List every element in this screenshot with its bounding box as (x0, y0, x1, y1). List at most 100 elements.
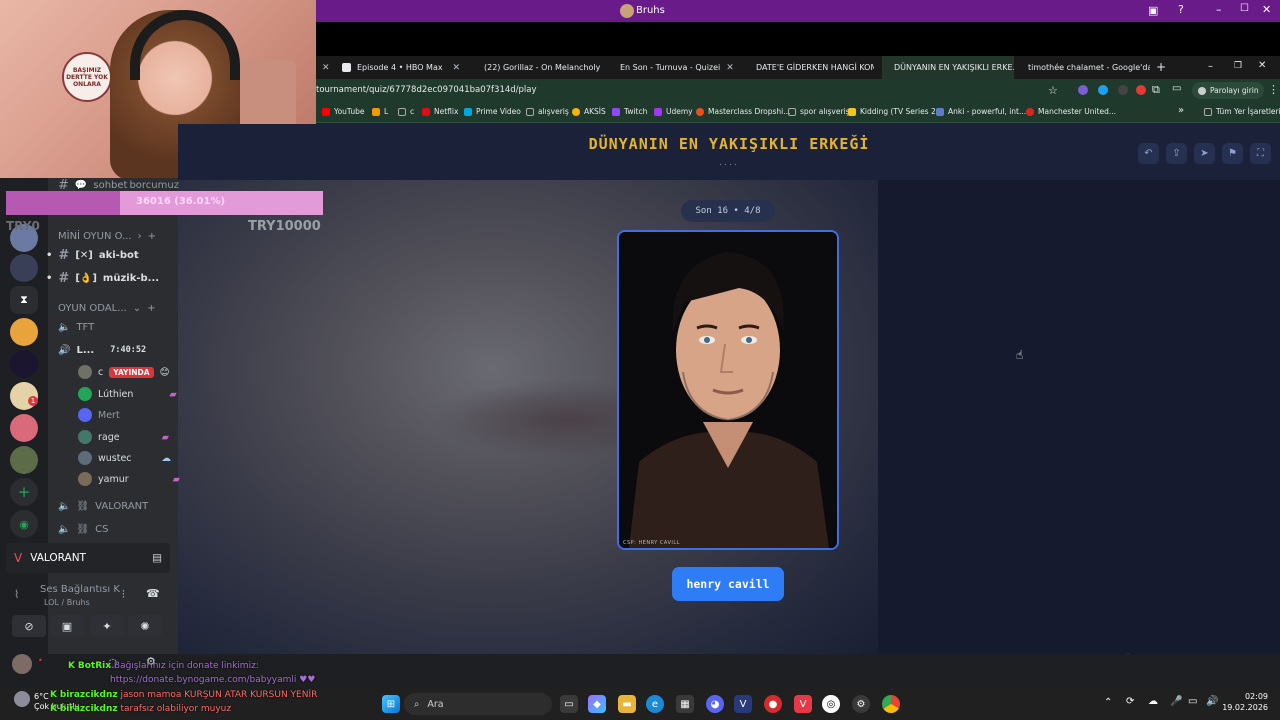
voice-channel-cs[interactable]: 🔈 ⛓ CS (58, 520, 109, 538)
bookmark-star-icon[interactable]: ☆ (1048, 84, 1058, 97)
tab-partial[interactable]: ✕ (316, 56, 330, 79)
activity-panel[interactable]: V VALORANT ▤ (6, 543, 170, 573)
tab-close-icon[interactable]: ✕ (726, 63, 734, 73)
maximize-icon[interactable]: ☐ (1240, 3, 1249, 14)
sidepanel-icon[interactable]: ▭ (1172, 83, 1181, 94)
copilot-icon[interactable]: ◆ (588, 695, 606, 713)
fullscreen-icon[interactable]: ⛶ (1250, 143, 1271, 164)
discord-icon[interactable]: ◕ (706, 695, 724, 713)
task-view-icon[interactable]: ▭ (560, 695, 578, 713)
bookmark-l[interactable]: L (372, 107, 388, 116)
restore-icon[interactable]: ❐ (1234, 61, 1242, 71)
file-explorer-icon[interactable]: ▬ (618, 695, 636, 713)
mic-icon[interactable]: 🎤 (1170, 696, 1182, 707)
server-icon[interactable] (10, 318, 38, 346)
app-icon[interactable]: ● (764, 695, 782, 713)
bookmark-twitch[interactable]: Twitch (612, 107, 647, 116)
url-field[interactable]: tournament/quiz/67778d2ec097041ba07f314d… (316, 85, 537, 95)
menu-kebab-icon[interactable]: ⋮ (1268, 83, 1279, 96)
bookmark-alisveris[interactable]: alışveriş (526, 107, 569, 116)
help-icon[interactable]: ? (1178, 3, 1184, 16)
voice-user[interactable]: Mert (78, 406, 120, 424)
tray-app-icon[interactable]: ⟳ (1126, 696, 1134, 707)
add-server-icon[interactable]: + (10, 478, 38, 506)
screen-share-icon[interactable]: ▣ (50, 615, 84, 637)
noise-suppression-icon[interactable]: ⫶ (122, 588, 125, 602)
game-controller-icon[interactable]: ▤ (152, 552, 162, 564)
channel-muzik[interactable]: • # [👌] müzik-b... (46, 269, 159, 287)
vscode-icon[interactable]: V (734, 695, 752, 713)
extension-icon[interactable] (1136, 85, 1146, 95)
add-channel-icon[interactable]: + (148, 231, 156, 242)
voice-user[interactable]: rage ▰ (78, 428, 169, 446)
tab-youtube[interactable]: (22) Gorillaz - On Melancholy H✕ (472, 56, 602, 79)
tab-close-icon[interactable]: ✕ (452, 63, 460, 73)
tab-hbo[interactable]: Episode 4 • HBO Max ✕ (336, 56, 466, 79)
bookmark-youtube[interactable]: YouTube (322, 107, 365, 116)
cloud-icon[interactable]: ☁ (1148, 696, 1158, 707)
voice-user[interactable]: wustec ☁ (78, 449, 171, 467)
server-icon[interactable] (10, 350, 38, 378)
valorant-icon[interactable]: V (794, 695, 812, 713)
bookmark-masterclass[interactable]: Masterclass Dropshi... (696, 107, 790, 116)
voice-user[interactable]: Lúthien ▰ (78, 385, 177, 403)
bookmark-aksis[interactable]: AKSİS (572, 107, 606, 116)
voice-user[interactable]: yamur ▰ (78, 470, 180, 488)
undo-icon[interactable]: ↶ (1138, 143, 1159, 164)
extension-icon[interactable] (1078, 85, 1088, 95)
camera-off-icon[interactable]: ⊘ (12, 615, 46, 637)
voice-user[interactable]: c YAYINDA 😊 (78, 363, 169, 381)
bookmark-kidding[interactable]: Kidding (TV Series 2... (848, 107, 943, 116)
bookmark-manutd[interactable]: Manchester United... (1026, 107, 1116, 116)
volume-icon[interactable]: 🔊 (1206, 696, 1218, 707)
taskbar-search[interactable]: ⌕ Ara (404, 693, 552, 715)
bookmark-prime[interactable]: Prime Video (464, 107, 521, 116)
more-bookmarks-icon[interactable]: » (1178, 105, 1184, 116)
contestant-card[interactable]: CSP: HENRY CAVILL (617, 230, 839, 550)
taskbar-clock[interactable]: 02:09 19.02.2026 (1222, 691, 1268, 713)
extension-icon[interactable] (1098, 85, 1108, 95)
disconnect-icon[interactable]: ☎ (146, 587, 160, 600)
contestant-name-button[interactable]: henry cavill (672, 567, 784, 601)
voice-channel-valorant[interactable]: 🔈 ⛓ VALORANT (58, 497, 148, 515)
channel-aki-bot[interactable]: • # [✕] aki-bot (46, 246, 139, 264)
server-icon[interactable] (10, 254, 38, 282)
bookmark-spor[interactable]: spor alışveriş (788, 107, 850, 116)
server-icon[interactable] (10, 414, 38, 442)
bookmark-anki[interactable]: Anki - powerful, int... (936, 107, 1026, 116)
server-icon[interactable] (10, 446, 38, 474)
close-icon[interactable]: ✕ (1262, 3, 1271, 16)
send-icon[interactable]: ➤ (1194, 143, 1215, 164)
soundboard-icon[interactable]: ✺ (128, 615, 162, 637)
bookmark-c[interactable]: c (398, 107, 414, 116)
add-channel-icon[interactable]: + (147, 303, 155, 314)
share-icon[interactable]: ⇪ (1166, 143, 1187, 164)
close-icon[interactable]: ✕ (1258, 60, 1266, 71)
bynogame-icon[interactable]: ⧗ (10, 286, 38, 314)
tray-chevron-icon[interactable]: ⌃ (1104, 697, 1112, 708)
tab-google[interactable]: timothée chalamet - Google'da✕ (1016, 56, 1150, 79)
all-bookmarks[interactable]: Tüm Yer İşaretleri (1204, 107, 1280, 116)
tab-quizei[interactable]: En Son - Turnuva - Quizei ✕ (608, 56, 738, 79)
category-mini-games[interactable]: MİNİ OYUN O... › + (58, 227, 156, 245)
minimize-icon[interactable]: – (1208, 61, 1213, 72)
profile-button[interactable]: Parolayı girin (1192, 82, 1264, 99)
store-icon[interactable]: ▦ (676, 695, 694, 713)
connection-channel[interactable]: LOL / Bruhs (44, 598, 90, 607)
tab-date-quiz[interactable]: DATE'E GİDERKEN HANGİ KOMB✕ (744, 56, 874, 79)
user-avatar[interactable] (12, 654, 32, 674)
new-tab-button[interactable]: + (1156, 60, 1166, 74)
voice-channel-lol[interactable]: 🔊 L... 7:40:52 (58, 341, 146, 359)
network-icon[interactable]: ▭ (1188, 696, 1197, 707)
obs-icon[interactable]: ◎ (822, 695, 840, 713)
extensions-puzzle-icon[interactable]: ⧉ (1152, 83, 1160, 97)
screen-icon[interactable]: ▣ (1148, 4, 1158, 17)
minimize-icon[interactable]: – (1216, 3, 1222, 16)
extension-icon[interactable] (1118, 85, 1128, 95)
category-game-rooms[interactable]: OYUN ODAL... ⌄ + (58, 299, 156, 317)
tab-active-quiz[interactable]: DÜNYANIN EN YAKIŞIKLI ERKE...✕ (882, 56, 1014, 79)
tab-close-icon[interactable]: ✕ (322, 63, 330, 73)
chrome-icon[interactable] (882, 695, 900, 713)
bookmark-netflix[interactable]: Netflix (422, 107, 458, 116)
edge-icon[interactable]: e (646, 695, 664, 713)
